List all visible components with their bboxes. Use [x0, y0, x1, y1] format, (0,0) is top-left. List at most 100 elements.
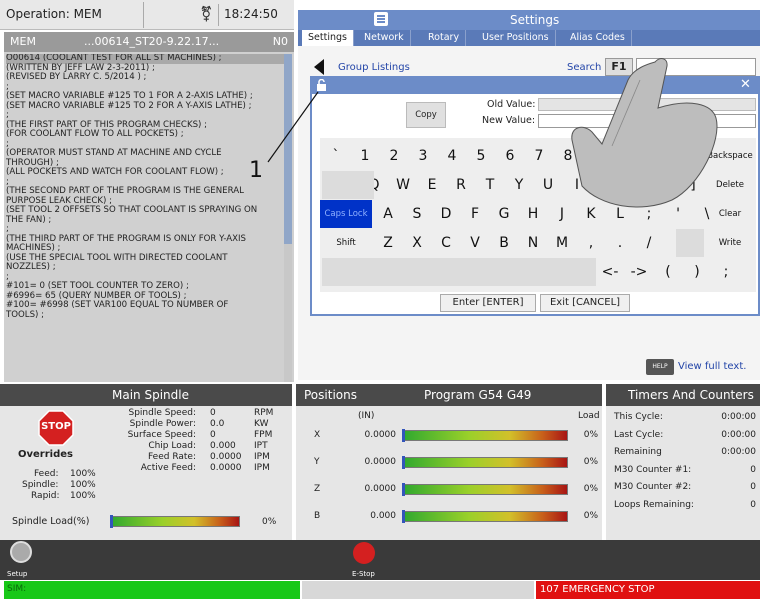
close-icon[interactable]: ✕ [740, 77, 751, 92]
key-9[interactable]: 9 [583, 142, 611, 170]
key-[interactable]: / [635, 229, 663, 257]
key-w[interactable]: W [389, 171, 417, 199]
copy-button[interactable]: Copy [406, 102, 446, 128]
key-1[interactable]: 1 [351, 142, 379, 170]
key-4[interactable]: 4 [438, 142, 466, 170]
key-8[interactable]: 8 [554, 142, 582, 170]
tab-rotary[interactable]: Rotary [422, 30, 467, 46]
key-b[interactable]: B [490, 229, 518, 257]
key-n[interactable]: N [519, 229, 547, 257]
key-l[interactable]: L [606, 200, 634, 228]
key-[interactable]: ` [322, 142, 350, 170]
key-[interactable]: , [577, 229, 605, 257]
program-line[interactable]: NOZZLES) ; [6, 262, 284, 273]
key-[interactable]: = [670, 142, 698, 170]
back-arrow-icon[interactable] [312, 58, 326, 76]
spindle-stat-value: 0.0 [210, 419, 225, 429]
key-backspace[interactable]: Backspace [704, 142, 756, 170]
spindle-stat-label: Active Feed: [140, 463, 196, 473]
key-[interactable]: ] [679, 171, 707, 199]
program-line[interactable]: #100= #6998 (SET VAR100 EQUAL TO NUMBER … [6, 300, 284, 311]
key-[interactable]: <- [596, 258, 624, 286]
key-z[interactable]: Z [374, 229, 402, 257]
tab-network[interactable]: Network [358, 30, 411, 46]
program-line[interactable]: (SET MACRO VARIABLE #125 TO 2 FOR A Y-AX… [6, 101, 284, 112]
key-2[interactable]: 2 [380, 142, 408, 170]
key-e[interactable]: E [418, 171, 446, 199]
tab-alias-codes[interactable]: Alias Codes [564, 30, 632, 46]
key-[interactable]: - [641, 142, 669, 170]
f1-key[interactable]: F1 [605, 58, 633, 76]
callout-number: 1 [249, 158, 263, 183]
tab-user-positions[interactable]: User Positions [476, 30, 556, 46]
key-g[interactable]: G [490, 200, 518, 228]
view-full-text-link[interactable]: View full text. [678, 361, 746, 372]
key-u[interactable]: U [534, 171, 562, 199]
key-h[interactable]: H [519, 200, 547, 228]
key-p[interactable]: P [621, 171, 649, 199]
key-blank[interactable] [458, 258, 596, 286]
key-a[interactable]: A [374, 200, 402, 228]
key-x[interactable]: X [403, 229, 431, 257]
key-j[interactable]: J [548, 200, 576, 228]
group-listings-link[interactable]: Group Listings [338, 62, 410, 73]
key-[interactable]: ; [712, 258, 740, 286]
key-5[interactable]: 5 [467, 142, 495, 170]
key-[interactable]: -> [625, 258, 653, 286]
enter-button[interactable]: Enter [ENTER] [440, 294, 536, 312]
key-[interactable]: ; [635, 200, 663, 228]
axis-label: Y [314, 457, 320, 467]
key-blank[interactable] [322, 171, 374, 199]
key-[interactable]: [ [650, 171, 678, 199]
key-f[interactable]: F [461, 200, 489, 228]
key-r[interactable]: R [447, 171, 475, 199]
key-caps-lock[interactable]: Caps Lock [320, 200, 372, 228]
key-[interactable]: . [606, 229, 634, 257]
key-y[interactable]: Y [505, 171, 533, 199]
program-line[interactable]: (ALL POCKETS AND WATCH FOR COOLANT FLOW)… [6, 167, 284, 178]
key-6[interactable]: 6 [496, 142, 524, 170]
program-scroll-thumb[interactable] [284, 54, 292, 244]
key-[interactable]: ( [654, 258, 682, 286]
spindle-stat-value: 0.000 [210, 441, 236, 451]
positions-title: Positions [304, 388, 357, 402]
key-[interactable]: ) [683, 258, 711, 286]
program-line[interactable]: (FOR COOLANT FLOW TO ALL POCKETS) ; [6, 129, 284, 140]
key-i[interactable]: I [563, 171, 591, 199]
new-value-field[interactable] [538, 114, 756, 128]
key-t[interactable]: T [476, 171, 504, 199]
key-v[interactable]: V [461, 229, 489, 257]
lock-icon[interactable] [10, 541, 32, 563]
key-k[interactable]: K [577, 200, 605, 228]
key-blank[interactable] [676, 229, 704, 257]
key-blank[interactable] [322, 258, 458, 286]
key-[interactable]: ' [664, 200, 692, 228]
rapid-value: 100% [70, 491, 96, 501]
tab-settings[interactable]: Settings [302, 30, 354, 46]
key-d[interactable]: D [432, 200, 460, 228]
program-line[interactable]: TOOLS) ; [6, 310, 284, 321]
key-c[interactable]: C [432, 229, 460, 257]
key-delete[interactable]: Delete [704, 171, 756, 199]
program-line[interactable]: THE FAN) ; [6, 215, 284, 226]
alarm-status-bar[interactable]: 107 EMERGENCY STOP [536, 581, 760, 599]
program-listing[interactable]: O00614 (COOLANT TEST FOR ALL ST MACHINES… [6, 54, 284, 382]
key-0[interactable]: 0 [612, 142, 640, 170]
search-input[interactable] [636, 58, 756, 76]
help-button[interactable]: HELP [646, 359, 674, 375]
divider [143, 2, 144, 28]
program-line[interactable]: (REVISED BY LARRY C. 5/2014 ) ; [6, 72, 284, 83]
estop-icon[interactable] [353, 542, 375, 564]
key-s[interactable]: S [403, 200, 431, 228]
exit-button[interactable]: Exit [CANCEL] [540, 294, 630, 312]
key-m[interactable]: M [548, 229, 576, 257]
position-unit: (IN) [358, 411, 375, 421]
key-3[interactable]: 3 [409, 142, 437, 170]
menu-icon[interactable] [374, 12, 388, 26]
key-o[interactable]: O [592, 171, 620, 199]
spindle-load-marker [110, 515, 113, 528]
key-7[interactable]: 7 [525, 142, 553, 170]
key-write[interactable]: Write [704, 229, 756, 257]
key-shift[interactable]: Shift [320, 229, 372, 257]
key-clear[interactable]: Clear [704, 200, 756, 228]
